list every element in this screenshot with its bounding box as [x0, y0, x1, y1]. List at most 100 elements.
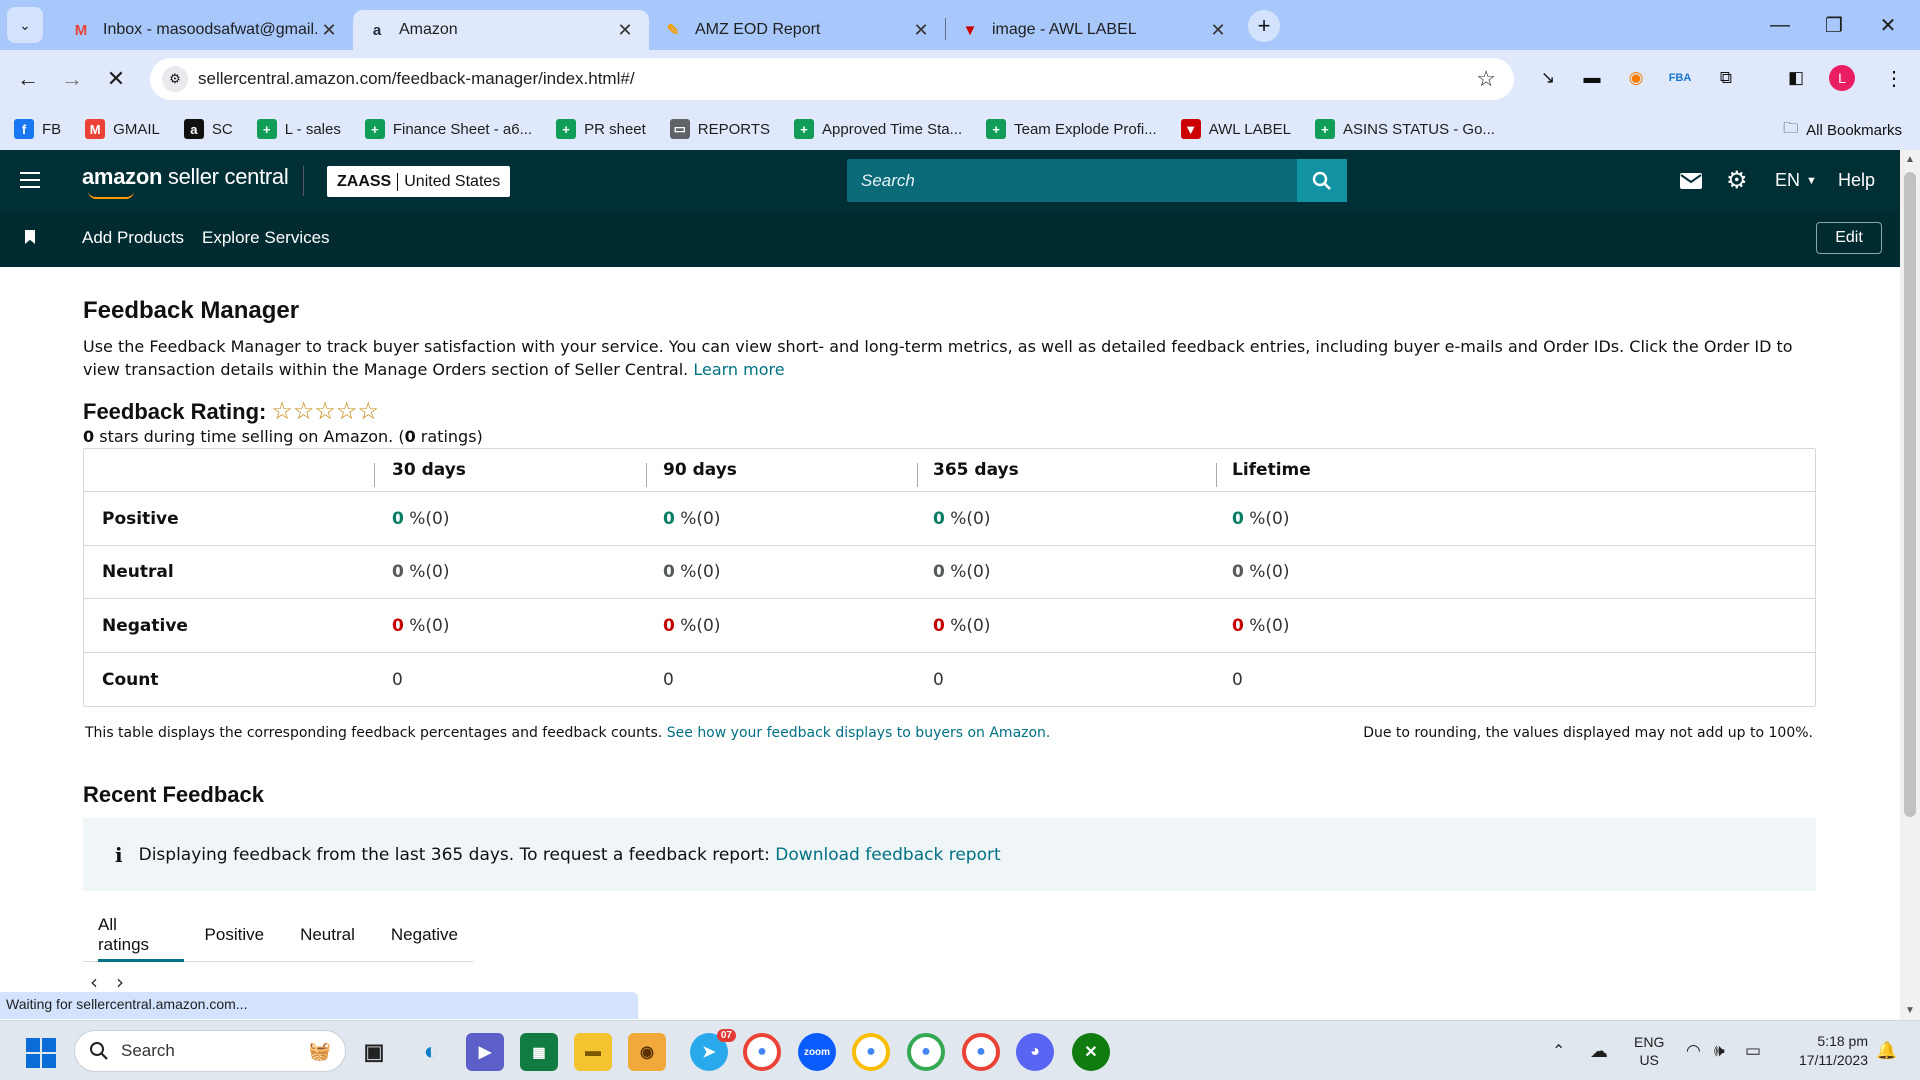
- chevron-right-icon[interactable]: ›: [116, 970, 124, 994]
- app-icon[interactable]: ◉: [628, 1033, 666, 1071]
- bookmark-item[interactable]: + L - sales: [256, 119, 341, 139]
- clock[interactable]: 5:18 pm 17/11/2023: [1784, 1021, 1868, 1080]
- divider: [397, 172, 399, 191]
- tab-neutral[interactable]: Neutral: [285, 907, 370, 962]
- tab-positive[interactable]: Positive: [190, 907, 280, 962]
- table-row: Neutral 0 %(0) 0 %(0) 0 %(0) 0 %(0): [84, 546, 1815, 599]
- bookmark-item[interactable]: M GMAIL: [85, 119, 160, 139]
- notification-bell-icon[interactable]: 🔔: [1876, 1021, 1897, 1080]
- input-language[interactable]: ENG US: [1634, 1021, 1664, 1080]
- scroll-up-icon[interactable]: ▲: [1905, 154, 1915, 165]
- bookmark-item[interactable]: + Approved Time Sta...: [794, 119, 962, 139]
- cell-percent: %(0): [674, 562, 721, 582]
- chrome-icon[interactable]: ●: [852, 1033, 890, 1071]
- address-bar[interactable]: ⚙ sellercentral.amazon.com/feedback-mana…: [150, 58, 1514, 100]
- close-icon[interactable]: ✕: [911, 20, 931, 41]
- tray-overflow-icon[interactable]: ⌃: [1552, 1021, 1565, 1080]
- forward-button[interactable]: →: [52, 59, 92, 99]
- messages-button[interactable]: [1680, 150, 1702, 211]
- tab-negative[interactable]: Negative: [376, 907, 473, 962]
- extension-icon[interactable]: ↘: [1532, 62, 1564, 94]
- side-panel-icon[interactable]: ◧: [1780, 62, 1812, 94]
- date: 17/11/2023: [1798, 1052, 1868, 1068]
- tab-all-ratings[interactable]: All ratings: [83, 907, 184, 962]
- maximize-button[interactable]: ❐: [1804, 0, 1864, 50]
- account-switcher[interactable]: ZAASS United States: [327, 166, 511, 197]
- back-button[interactable]: ←: [8, 59, 48, 99]
- page-scrollbar[interactable]: ▲ ▼: [1900, 150, 1920, 1020]
- extension-icon[interactable]: FBA: [1664, 62, 1696, 94]
- edit-button[interactable]: Edit: [1816, 222, 1882, 254]
- bookmark-item[interactable]: + ASINS STATUS - Go...: [1314, 119, 1495, 139]
- bookmark-star-icon[interactable]: ☆: [1476, 66, 1496, 92]
- tab-awl-label[interactable]: ▼ image - AWL LABEL ✕: [946, 10, 1242, 50]
- minimize-button[interactable]: —: [1750, 0, 1810, 50]
- telegram-icon[interactable]: ➤ 07: [690, 1029, 736, 1071]
- subnav-explore-services[interactable]: Explore Services: [202, 228, 330, 248]
- subnav-add-products[interactable]: Add Products: [82, 228, 184, 248]
- chevron-left-icon[interactable]: ‹: [90, 970, 98, 994]
- hamburger-menu-icon[interactable]: [20, 172, 40, 188]
- taskbar-search[interactable]: Search 🧺: [74, 1030, 346, 1072]
- bookmark-item[interactable]: + Team Explode Profi...: [986, 119, 1157, 139]
- column-header: 365 days: [933, 460, 1019, 480]
- tab-gmail[interactable]: M Inbox - masoodsafwat@gmail. ✕: [57, 10, 353, 50]
- bookmark-item[interactable]: + Finance Sheet - a6...: [364, 119, 532, 139]
- stop-loading-button[interactable]: ✕: [96, 59, 136, 99]
- search-input[interactable]: [847, 159, 1277, 202]
- battery-icon[interactable]: ▭: [1745, 1021, 1761, 1080]
- search-button[interactable]: [1297, 159, 1347, 202]
- bookmark-item[interactable]: ▼ AWL LABEL: [1180, 119, 1291, 139]
- scroll-thumb[interactable]: [1904, 172, 1916, 817]
- task-view-icon[interactable]: ▣: [355, 1033, 393, 1071]
- edge-icon[interactable]: ◐: [412, 1033, 450, 1071]
- onedrive-icon[interactable]: ☁: [1590, 1021, 1608, 1080]
- bookmark-item[interactable]: + PR sheet: [556, 119, 646, 139]
- download-feedback-report-link[interactable]: Download feedback report: [775, 845, 1000, 865]
- extension-icon[interactable]: ◉: [1620, 62, 1652, 94]
- discord-icon[interactable]: ◕: [1016, 1033, 1054, 1071]
- close-icon[interactable]: ✕: [615, 20, 635, 41]
- settings-button[interactable]: ⚙: [1726, 150, 1748, 211]
- profile-avatar[interactable]: L: [1826, 62, 1858, 94]
- close-window-button[interactable]: ✕: [1858, 0, 1918, 50]
- all-bookmarks[interactable]: 🗀 All Bookmarks: [1783, 118, 1902, 143]
- feedback-display-link[interactable]: See how your feedback displays to buyers…: [667, 725, 1051, 741]
- calculator-icon[interactable]: ▦: [520, 1033, 558, 1071]
- teams-icon[interactable]: ▶: [466, 1033, 504, 1071]
- bookmark-item[interactable]: a SC: [183, 119, 233, 139]
- site-info-icon[interactable]: ⚙: [162, 66, 188, 92]
- chrome-icon[interactable]: ●: [962, 1033, 1000, 1071]
- bookmark-item[interactable]: f FB: [14, 119, 61, 139]
- tab-amz-eod-report[interactable]: ✎ AMZ EOD Report ✕: [649, 10, 945, 50]
- close-icon[interactable]: ✕: [319, 20, 339, 41]
- tab-search-button[interactable]: ⌄: [7, 7, 43, 43]
- tab-amazon[interactable]: a Amazon ✕: [353, 10, 649, 50]
- bookmark-icon[interactable]: [25, 230, 35, 244]
- extension-icon[interactable]: ▬: [1576, 62, 1608, 94]
- close-icon[interactable]: ✕: [1208, 20, 1228, 41]
- bookmark-item[interactable]: ▭ REPORTS: [669, 119, 770, 139]
- help-link[interactable]: Help: [1838, 150, 1875, 211]
- xbox-icon[interactable]: ✕: [1072, 1033, 1110, 1071]
- learn-more-link[interactable]: Learn more: [693, 360, 784, 379]
- volume-icon[interactable]: 🕪: [1714, 1021, 1725, 1080]
- chrome-icon[interactable]: ●: [907, 1033, 945, 1071]
- table-cell: 0 %(0): [392, 509, 449, 529]
- menu-kebab-icon[interactable]: ⋮: [1878, 62, 1910, 94]
- chevron-down-icon: ⌄: [19, 16, 31, 33]
- windows-start-icon[interactable]: [22, 1034, 60, 1072]
- wifi-icon[interactable]: ◠: [1686, 1021, 1701, 1080]
- puzzle-icon[interactable]: ⧉: [1710, 62, 1742, 94]
- seller-central-logo[interactable]: amazon seller central: [82, 164, 289, 199]
- zoom-icon[interactable]: zoom: [798, 1033, 836, 1071]
- new-tab-button[interactable]: +: [1248, 10, 1280, 42]
- language-selector[interactable]: EN ▼: [1775, 150, 1817, 211]
- scroll-down-icon[interactable]: ▼: [1905, 1005, 1915, 1016]
- bookmark-favicon-icon: M: [85, 119, 106, 139]
- cell-value: 0: [1232, 562, 1244, 582]
- info-icon: i: [115, 842, 123, 867]
- file-explorer-icon[interactable]: ▬: [574, 1033, 612, 1071]
- url-text[interactable]: sellercentral.amazon.com/feedback-manage…: [198, 69, 635, 89]
- chrome-icon[interactable]: ●: [743, 1033, 781, 1071]
